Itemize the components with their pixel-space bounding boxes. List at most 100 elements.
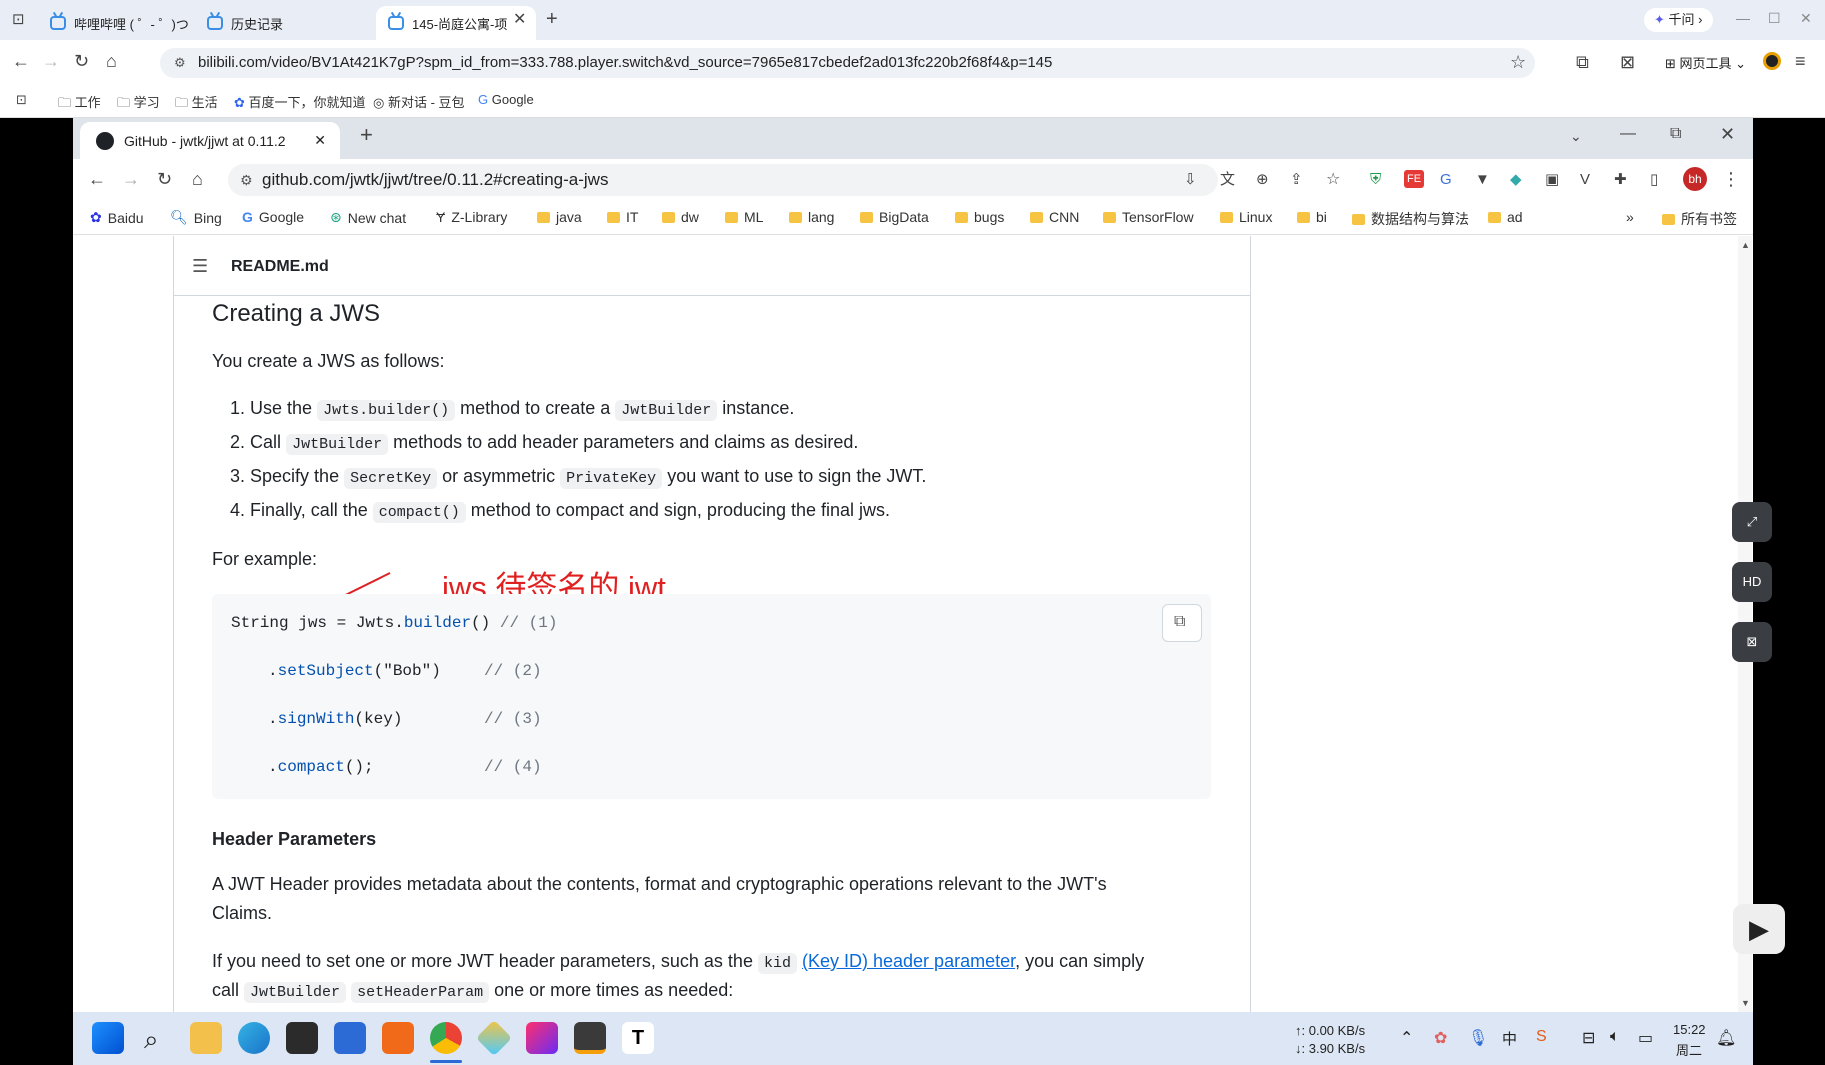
- translate-extension-icon[interactable]: G: [1440, 170, 1452, 190]
- reload-icon[interactable]: ↻: [74, 51, 89, 71]
- copy-button[interactable]: ⧉: [1162, 604, 1202, 642]
- home-icon[interactable]: ⌂: [106, 51, 117, 71]
- qianwen-button[interactable]: ✦ 千问 ›: [1644, 8, 1713, 32]
- share-icon[interactable]: ⇪: [1290, 170, 1303, 190]
- forward-icon[interactable]: →: [122, 169, 140, 189]
- shield-icon[interactable]: ⛨: [1370, 170, 1381, 190]
- player-quality-button[interactable]: HD: [1732, 562, 1772, 602]
- outer-tab-bilibili-home[interactable]: 哔哩哔哩 ( ゜- ゜)つロ: [38, 6, 188, 40]
- battery-icon[interactable]: ▭: [1638, 1028, 1653, 1048]
- outer-bookmark-baidu[interactable]: ✿ 百度一下，你就知道: [234, 92, 366, 111]
- zoom-icon[interactable]: ⊕: [1256, 170, 1269, 190]
- site-info-icon[interactable]: ⚙: [174, 48, 186, 78]
- outer-bookmark-life[interactable]: 🗀 生活: [175, 92, 218, 116]
- bookmark-folder-lang[interactable]: lang: [789, 209, 834, 225]
- clock-time[interactable]: 15:22: [1673, 1022, 1706, 1037]
- start-menu-icon[interactable]: [92, 1022, 124, 1054]
- outer-bookmark-doubao[interactable]: ◎ 新对话 - 豆包: [373, 92, 465, 111]
- profile-avatar[interactable]: [1763, 52, 1781, 70]
- bookmark-zlibrary[interactable]: Ɏ Z-Library: [436, 209, 507, 225]
- puzzle-icon[interactable]: ✚: [1614, 170, 1627, 190]
- app-icon[interactable]: [382, 1022, 414, 1054]
- bookmark-google[interactable]: G Google: [242, 209, 304, 225]
- back-icon[interactable]: ←: [88, 169, 106, 189]
- key-id-link[interactable]: (Key ID) header parameter: [802, 951, 1015, 971]
- sublime-icon[interactable]: [574, 1022, 606, 1054]
- outer-address-bar[interactable]: ⚙ bilibili.com/video/BV1At421K7gP?spm_id…: [160, 48, 1535, 78]
- install-icon[interactable]: ⇩: [1184, 170, 1197, 190]
- extension-icon[interactable]: ▣: [1545, 170, 1559, 190]
- bookmark-folder-ml[interactable]: ML: [725, 209, 763, 225]
- bookmark-folder-ad[interactable]: ad: [1488, 209, 1523, 225]
- bookmark-bing[interactable]: 🔍︎ Bing: [170, 209, 222, 226]
- tab-search-icon[interactable]: ⊡: [12, 10, 25, 30]
- tray-app-icon[interactable]: S: [1536, 1028, 1547, 1046]
- v-extension-icon[interactable]: V: [1580, 170, 1590, 190]
- more-menu-icon[interactable]: ⋮: [1722, 169, 1740, 189]
- sidebar-icon[interactable]: ▯: [1650, 170, 1658, 190]
- scroll-up-icon[interactable]: ▲: [1741, 240, 1750, 250]
- edge-icon[interactable]: [238, 1022, 270, 1054]
- home-icon[interactable]: ⌂: [192, 169, 203, 189]
- typora-icon[interactable]: T: [622, 1022, 654, 1054]
- bookmark-folder-java[interactable]: java: [537, 209, 582, 225]
- tray-expand-icon[interactable]: ⌃: [1400, 1028, 1413, 1048]
- bookmark-folder-linux[interactable]: Linux: [1220, 209, 1272, 225]
- restore-icon[interactable]: ⧉: [1670, 124, 1681, 144]
- player-screenshot-button[interactable]: ⊠: [1732, 622, 1772, 662]
- bookmark-folder-bigdata[interactable]: BigData: [860, 209, 929, 225]
- chrome-icon[interactable]: [430, 1022, 462, 1054]
- vue-icon[interactable]: ▼: [1475, 170, 1490, 190]
- extensions-icon[interactable]: ⧉: [1576, 52, 1589, 72]
- outer-tab-history[interactable]: 历史记录: [195, 6, 330, 40]
- forward-icon[interactable]: →: [42, 51, 60, 71]
- reload-icon[interactable]: ↻: [157, 169, 172, 189]
- site-info-icon[interactable]: ⚙: [240, 164, 253, 196]
- profile-avatar[interactable]: bh: [1683, 167, 1707, 191]
- minimize-icon[interactable]: —: [1736, 8, 1750, 28]
- bookmark-folder-dsa[interactable]: 数据结构与算法: [1352, 209, 1469, 229]
- outer-bookmark-work[interactable]: 🗀 工作: [58, 92, 101, 116]
- bookmark-star-icon[interactable]: ☆: [1326, 170, 1340, 190]
- all-bookmarks-button[interactable]: 所有书签: [1662, 209, 1737, 229]
- bookmark-folder-it[interactable]: IT: [607, 209, 638, 225]
- search-icon[interactable]: ⌕: [144, 1024, 159, 1056]
- volume-icon[interactable]: 🔈︎: [1610, 1028, 1620, 1046]
- maximize-icon[interactable]: ☐: [1768, 8, 1781, 28]
- bookmark-folder-cnn[interactable]: CNN: [1030, 209, 1079, 225]
- window-close-icon[interactable]: ✕: [1800, 8, 1812, 28]
- file-explorer-icon[interactable]: [190, 1022, 222, 1054]
- window-close-icon[interactable]: ✕: [1720, 124, 1735, 144]
- close-tab-icon[interactable]: ✕: [513, 10, 526, 30]
- player-fullscreen-button[interactable]: ⤢: [1732, 502, 1772, 542]
- play-button[interactable]: ▶: [1733, 904, 1785, 954]
- bookmarks-overflow-button[interactable]: »: [1626, 209, 1634, 225]
- web-tools-button[interactable]: ⊞ 网页工具 ⌄: [1665, 53, 1746, 72]
- bookmark-folder-bi[interactable]: bi: [1297, 209, 1327, 225]
- bookmark-folder-bugs[interactable]: bugs: [955, 209, 1004, 225]
- tray-app-icon[interactable]: ✿: [1434, 1028, 1447, 1048]
- bookmark-manager-icon[interactable]: ⊡: [16, 90, 27, 110]
- menu-icon[interactable]: ≡: [1795, 51, 1806, 71]
- inner-address-bar[interactable]: ⚙ github.com/jwtk/jjwt/tree/0.11.2#creat…: [228, 164, 1218, 196]
- minimize-icon[interactable]: —: [1620, 124, 1636, 144]
- inner-tab-github[interactable]: GitHub - jwtk/jjwt at 0.11.2 ✕: [80, 122, 340, 159]
- screenshot-icon[interactable]: ⊠: [1620, 52, 1635, 72]
- back-icon[interactable]: ←: [12, 51, 30, 71]
- new-tab-icon[interactable]: +: [546, 9, 558, 29]
- intellij-icon[interactable]: [526, 1022, 558, 1054]
- microphone-icon[interactable]: 🎙︎: [1468, 1028, 1488, 1048]
- bookmark-new-chat[interactable]: ⊛ New chat: [330, 209, 406, 226]
- outer-bookmark-study[interactable]: 🗀 学习: [117, 92, 160, 116]
- clock-day[interactable]: 周二: [1676, 1040, 1702, 1059]
- fe-extension-icon[interactable]: FE: [1404, 170, 1424, 188]
- terminal-icon[interactable]: [286, 1022, 318, 1054]
- bookmark-baidu[interactable]: ✿ Baidu: [90, 209, 144, 226]
- scroll-down-icon[interactable]: ▼: [1741, 998, 1750, 1008]
- tab-list-icon[interactable]: ⌄: [1570, 126, 1582, 146]
- store-icon[interactable]: [334, 1022, 366, 1054]
- outline-list-icon[interactable]: ☰: [192, 256, 208, 277]
- outer-bookmark-google[interactable]: G Google: [478, 92, 534, 107]
- outer-tab-video[interactable]: 145-尚庭公寓-项: [376, 6, 536, 40]
- ime-icon[interactable]: 中: [1502, 1028, 1517, 1049]
